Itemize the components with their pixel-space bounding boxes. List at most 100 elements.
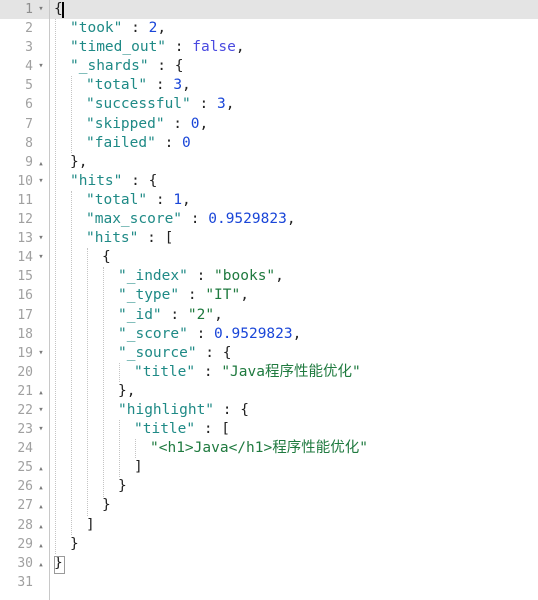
- code-line[interactable]: "successful" : 3,: [51, 95, 538, 114]
- fold-collapse-up-icon[interactable]: ▴: [36, 554, 46, 573]
- code-line[interactable]: "title" : "Java程序性能优化": [51, 363, 538, 382]
- code-line[interactable]: "max_score" : 0.9529823,: [51, 210, 538, 229]
- code-line[interactable]: }: [51, 496, 538, 515]
- code-token-p: ,: [225, 96, 235, 113]
- line-number: 20: [17, 364, 33, 380]
- code-line[interactable]: "_index" : "books",: [51, 267, 538, 286]
- fold-expand-down-icon[interactable]: ▾: [36, 0, 46, 19]
- line-number: 24: [17, 441, 33, 457]
- line-number: 14: [17, 250, 33, 266]
- code-line[interactable]: "_source" : {: [51, 344, 538, 363]
- gutter-row[interactable]: 2: [0, 19, 49, 38]
- code-token-n: 0.9529823: [208, 211, 287, 228]
- fold-collapse-up-icon[interactable]: ▴: [36, 516, 46, 535]
- gutter-row[interactable]: 21 ▴: [0, 382, 49, 401]
- fold-collapse-up-icon[interactable]: ▴: [36, 535, 46, 554]
- code-line[interactable]: }: [51, 554, 538, 573]
- code-content[interactable]: {"took" : 2, "timed_out" : false, "_shards…: [51, 0, 538, 600]
- code-line[interactable]: "_id" : "2",: [51, 306, 538, 325]
- gutter-row[interactable]: 11: [0, 191, 49, 210]
- gutter-row[interactable]: 14 ▾: [0, 248, 49, 267]
- code-line[interactable]: ]: [51, 516, 538, 535]
- gutter-row[interactable]: 17: [0, 306, 49, 325]
- code-token-p: : {: [196, 344, 232, 361]
- gutter-row[interactable]: 5: [0, 76, 49, 95]
- gutter-row[interactable]: 6: [0, 95, 49, 114]
- code-line[interactable]: {: [51, 0, 538, 19]
- code-token-p: ,: [292, 325, 302, 342]
- code-line[interactable]: [51, 573, 538, 592]
- code-line[interactable]: "skipped" : 0,: [51, 115, 538, 134]
- code-line[interactable]: ]: [51, 458, 538, 477]
- gutter-row[interactable]: 15: [0, 267, 49, 286]
- line-number-gutter[interactable]: 1 ▾ 2 3 4 ▾ 5 6 7 8 9 ▴ 10 ▾ 11 12 13 ▾ 14 ▾ 15 16 17 18 19 ▾ 20 21…: [0, 0, 50, 600]
- fold-expand-down-icon[interactable]: ▾: [36, 57, 46, 76]
- gutter-row[interactable]: 8: [0, 134, 49, 153]
- gutter-row[interactable]: 10 ▾: [0, 172, 49, 191]
- code-token-n: 1: [173, 191, 183, 208]
- code-line[interactable]: "total" : 1,: [51, 191, 538, 210]
- fold-expand-down-icon[interactable]: ▾: [36, 401, 46, 420]
- gutter-row[interactable]: 29 ▴: [0, 535, 49, 554]
- code-line[interactable]: "took" : 2,: [51, 19, 538, 38]
- fold-collapse-up-icon[interactable]: ▴: [36, 153, 46, 172]
- fold-expand-down-icon[interactable]: ▾: [36, 248, 46, 267]
- code-line[interactable]: "_score" : 0.9529823,: [51, 325, 538, 344]
- gutter-row[interactable]: 7: [0, 115, 49, 134]
- code-editor[interactable]: {"took" : 2, "timed_out" : false, "_shards…: [0, 0, 538, 600]
- line-number: 8: [25, 135, 33, 151]
- text-cursor: [62, 2, 64, 18]
- code-token-p: ]: [134, 459, 143, 476]
- gutter-row[interactable]: 18: [0, 325, 49, 344]
- fold-expand-down-icon[interactable]: ▾: [36, 344, 46, 363]
- line-number: 22: [17, 402, 33, 418]
- gutter-row[interactable]: 16: [0, 286, 49, 305]
- code-line[interactable]: "hits" : {: [51, 172, 538, 191]
- gutter-row[interactable]: 23 ▾: [0, 420, 49, 439]
- fold-collapse-up-icon[interactable]: ▴: [36, 382, 46, 401]
- gutter-row[interactable]: 1 ▾: [0, 0, 49, 20]
- gutter-row[interactable]: 25 ▴: [0, 458, 49, 477]
- code-line[interactable]: "total" : 3,: [51, 76, 538, 95]
- code-line[interactable]: "_type" : "IT",: [51, 286, 538, 305]
- gutter-row[interactable]: 26 ▴: [0, 477, 49, 496]
- code-line[interactable]: },: [51, 382, 538, 401]
- gutter-row[interactable]: 3: [0, 38, 49, 57]
- fold-collapse-up-icon[interactable]: ▴: [36, 458, 46, 477]
- gutter-row[interactable]: 4 ▾: [0, 57, 49, 76]
- code-line[interactable]: {: [51, 248, 538, 267]
- gutter-row[interactable]: 24: [0, 439, 49, 458]
- line-number: 19: [17, 345, 33, 361]
- gutter-row[interactable]: 28 ▴: [0, 516, 49, 535]
- gutter-row[interactable]: 30 ▴: [0, 554, 49, 573]
- code-line[interactable]: },: [51, 153, 538, 172]
- code-token-n: 0: [182, 134, 191, 151]
- code-line[interactable]: "<h1>Java</h1>程序性能优化": [51, 439, 538, 458]
- code-line[interactable]: }: [51, 535, 538, 554]
- fold-expand-down-icon[interactable]: ▾: [36, 420, 46, 439]
- fold-expand-down-icon[interactable]: ▾: [36, 172, 46, 191]
- gutter-row[interactable]: 19 ▾: [0, 344, 49, 363]
- fold-expand-down-icon[interactable]: ▾: [36, 229, 46, 248]
- gutter-row[interactable]: 31: [0, 573, 49, 592]
- gutter-row[interactable]: 27 ▴: [0, 496, 49, 515]
- code-line[interactable]: "_shards" : {: [51, 57, 538, 76]
- gutter-row[interactable]: 9 ▴: [0, 153, 49, 172]
- gutter-row[interactable]: 22 ▾: [0, 401, 49, 420]
- gutter-row[interactable]: 20: [0, 363, 49, 382]
- code-line[interactable]: "title" : [: [51, 420, 538, 439]
- code-line[interactable]: "hits" : [: [51, 229, 538, 248]
- code-token-p: :: [179, 287, 206, 304]
- gutter-row[interactable]: 13 ▾: [0, 229, 49, 248]
- code-token-p: :: [147, 191, 174, 208]
- code-line[interactable]: "failed" : 0: [51, 134, 538, 153]
- fold-collapse-up-icon[interactable]: ▴: [36, 496, 46, 515]
- code-line[interactable]: "timed_out" : false,: [51, 38, 538, 57]
- code-token-n: 3: [173, 77, 183, 94]
- gutter-row[interactable]: 12: [0, 210, 49, 229]
- code-token-p: },: [70, 153, 88, 170]
- fold-collapse-up-icon[interactable]: ▴: [36, 477, 46, 496]
- code-line[interactable]: "highlight" : {: [51, 401, 538, 420]
- code-token-p: }: [102, 497, 111, 514]
- code-line[interactable]: }: [51, 477, 538, 496]
